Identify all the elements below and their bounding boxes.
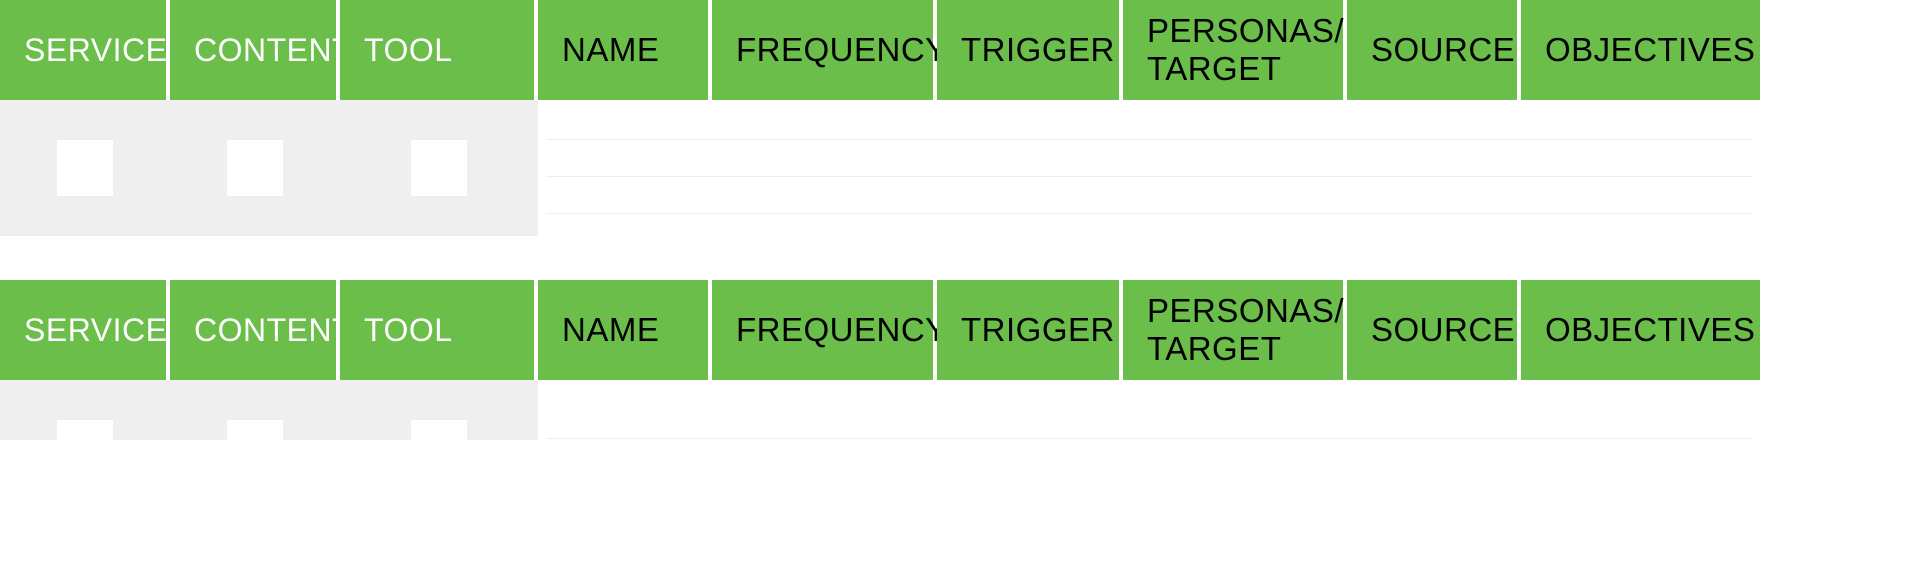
col-service: SERVICE — [0, 0, 170, 100]
checkbox-tool[interactable] — [411, 420, 467, 440]
col-service: SERVICE — [0, 280, 170, 380]
checkbox-content[interactable] — [227, 140, 283, 196]
rule-line — [546, 213, 1752, 214]
rule-line — [546, 139, 1752, 140]
data-row — [0, 380, 1920, 440]
rule-line — [546, 438, 1752, 439]
col-frequency: FREQUENCY — [712, 0, 937, 100]
checkbox-service[interactable] — [57, 420, 113, 440]
col-trigger: TRIGGER — [937, 280, 1123, 380]
col-personas: PERSONAS/ TARGET — [1123, 0, 1347, 100]
writing-lines — [538, 380, 1760, 440]
writing-lines — [538, 100, 1760, 240]
col-name: NAME — [538, 280, 712, 380]
type-selectors — [0, 100, 538, 240]
col-source: SOURCE — [1347, 280, 1521, 380]
header-row: SERVICE CONTENT TOOL NAME FREQUENCY TRIG… — [0, 280, 1920, 380]
checkbox-service[interactable] — [57, 140, 113, 196]
type-selectors — [0, 380, 538, 440]
col-tool: TOOL — [340, 280, 538, 380]
col-objectives: OBJECTIVES — [1521, 0, 1760, 100]
data-row — [0, 100, 1920, 240]
header-row: SERVICE CONTENT TOOL NAME FREQUENCY TRIG… — [0, 0, 1920, 100]
col-content: CONTENT — [170, 0, 340, 100]
col-name: NAME — [538, 0, 712, 100]
col-tool: TOOL — [340, 0, 538, 100]
checkbox-tool[interactable] — [411, 140, 467, 196]
col-trigger: TRIGGER — [937, 0, 1123, 100]
col-personas: PERSONAS/ TARGET — [1123, 280, 1347, 380]
planning-table: SERVICE CONTENT TOOL NAME FREQUENCY TRIG… — [0, 0, 1920, 240]
col-objectives: OBJECTIVES — [1521, 280, 1760, 380]
col-source: SOURCE — [1347, 0, 1521, 100]
planning-table: SERVICE CONTENT TOOL NAME FREQUENCY TRIG… — [0, 280, 1920, 440]
checkbox-content[interactable] — [227, 420, 283, 440]
col-frequency: FREQUENCY — [712, 280, 937, 380]
col-content: CONTENT — [170, 280, 340, 380]
rule-line — [546, 176, 1752, 177]
